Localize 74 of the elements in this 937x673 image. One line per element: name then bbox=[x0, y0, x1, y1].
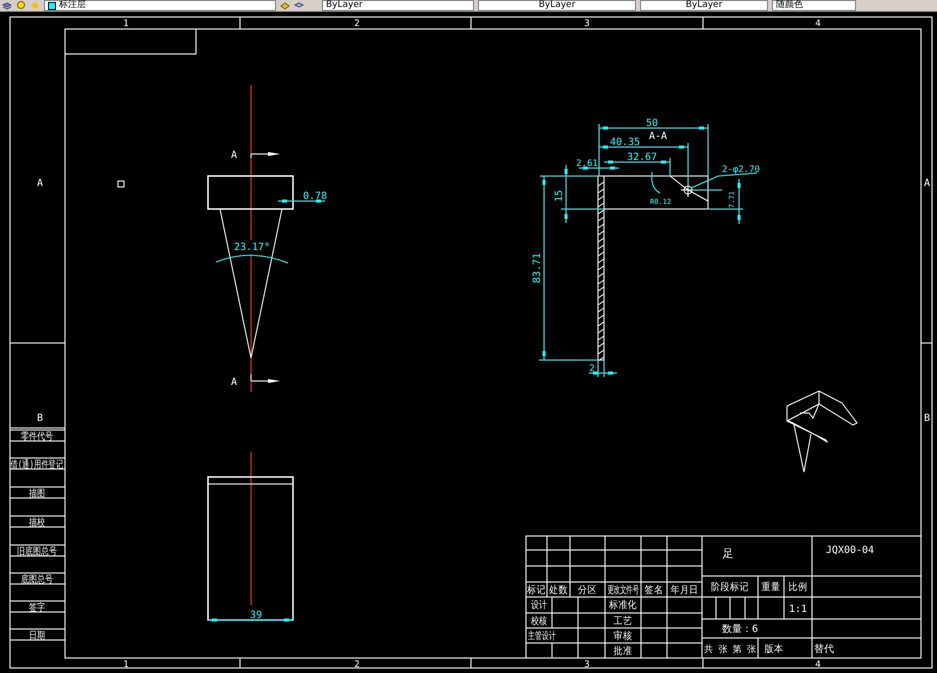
dimension-text: 15 bbox=[554, 190, 565, 202]
revision-label: 日期 bbox=[29, 630, 45, 642]
dimension-text: 2-φ2.70 bbox=[722, 165, 760, 175]
dimension-line bbox=[278, 200, 326, 202]
revision-label: 描校 bbox=[29, 518, 45, 529]
signature-label: 批准 bbox=[614, 646, 632, 658]
dimension-arc bbox=[651, 172, 660, 194]
grid-label: 4 bbox=[815, 19, 821, 29]
dimension-line bbox=[578, 166, 620, 170]
quantity-label: 数量：6 bbox=[722, 624, 758, 635]
dimension-text: 50 bbox=[646, 118, 658, 129]
grid-label: 2 bbox=[354, 660, 360, 670]
column-header: 处数 bbox=[549, 584, 568, 596]
grid-label: 1 bbox=[123, 19, 129, 29]
layers-icon[interactable] bbox=[2, 1, 12, 10]
dimension-line bbox=[588, 372, 618, 374]
scale-value: 1:1 bbox=[788, 604, 808, 615]
column-header: 比例 bbox=[788, 582, 808, 594]
signature-label: 设计 bbox=[531, 600, 547, 612]
dimension-text: 2 bbox=[589, 364, 595, 374]
section-arrow bbox=[250, 374, 280, 383]
column-header: 分区 bbox=[578, 584, 597, 596]
layer-tool-icon[interactable] bbox=[280, 1, 290, 10]
revision-label: 描图 bbox=[29, 488, 45, 500]
column-header: 更改文件号 bbox=[607, 584, 639, 596]
dimension-text: 40.35 bbox=[610, 137, 640, 148]
grid-label: A bbox=[924, 178, 930, 189]
dimension-text: 39 bbox=[250, 610, 262, 621]
column-header: 签名 bbox=[644, 584, 664, 596]
grid-label: 3 bbox=[584, 660, 590, 670]
column-header: 重量 bbox=[762, 582, 780, 594]
dimension-line bbox=[604, 160, 670, 164]
section-arrow bbox=[250, 152, 280, 158]
color-dropdown[interactable]: ByLayer bbox=[322, 0, 474, 11]
dimension-text: 23.17° bbox=[234, 242, 270, 253]
grip-marker[interactable] bbox=[118, 180, 124, 188]
grid-label: 4 bbox=[815, 660, 821, 670]
dimension-text: 2.61 bbox=[576, 159, 598, 169]
dimension-text: 83.71 bbox=[532, 252, 543, 284]
color-swatch-icon bbox=[48, 2, 56, 10]
signature-label: 标准化 bbox=[608, 600, 638, 612]
hole-circle bbox=[680, 182, 696, 198]
revision-label: 借(通)用件登记 bbox=[10, 459, 64, 471]
grid-label: B bbox=[924, 413, 930, 424]
lineweight-dropdown[interactable]: ByLayer bbox=[640, 0, 768, 11]
grid-label: 3 bbox=[584, 19, 590, 29]
column-header: 年月日 bbox=[670, 584, 699, 596]
dimension-text: 0.78 bbox=[302, 191, 328, 202]
dimension-text: 32.67 bbox=[626, 152, 658, 163]
section-title: A-A bbox=[648, 131, 668, 142]
signature-label: 工艺 bbox=[614, 616, 632, 628]
signature-label: 主管设计 bbox=[528, 630, 556, 643]
revision-label: 零件代号 bbox=[21, 432, 53, 443]
grid-label: 2 bbox=[354, 19, 360, 29]
grid-label: A bbox=[36, 178, 44, 189]
leader-line bbox=[690, 172, 758, 188]
dimension-line bbox=[564, 164, 568, 224]
grid-label: 1 bbox=[123, 660, 129, 670]
column-header: 阶段标记 bbox=[711, 582, 749, 594]
part-name: 足 bbox=[722, 547, 734, 560]
signature-label: 校核 bbox=[531, 616, 547, 628]
grid-label: B bbox=[36, 413, 44, 424]
drawing-number: JQX00-04 bbox=[826, 545, 874, 556]
linetype-dropdown[interactable]: ByLayer bbox=[478, 0, 636, 11]
section-label: A bbox=[230, 377, 238, 388]
sheet-count: 共 张 第 张 bbox=[704, 645, 756, 655]
dimension-line bbox=[738, 178, 740, 224]
version-label: 版本 bbox=[764, 644, 784, 656]
layers-icon[interactable] bbox=[294, 1, 304, 10]
section-label: A bbox=[230, 150, 238, 161]
revision-label: 签字 bbox=[29, 602, 45, 614]
signature-label: 审核 bbox=[614, 630, 632, 642]
replaces-label: 替代 bbox=[814, 644, 834, 655]
column-header: 标记 bbox=[527, 584, 546, 596]
